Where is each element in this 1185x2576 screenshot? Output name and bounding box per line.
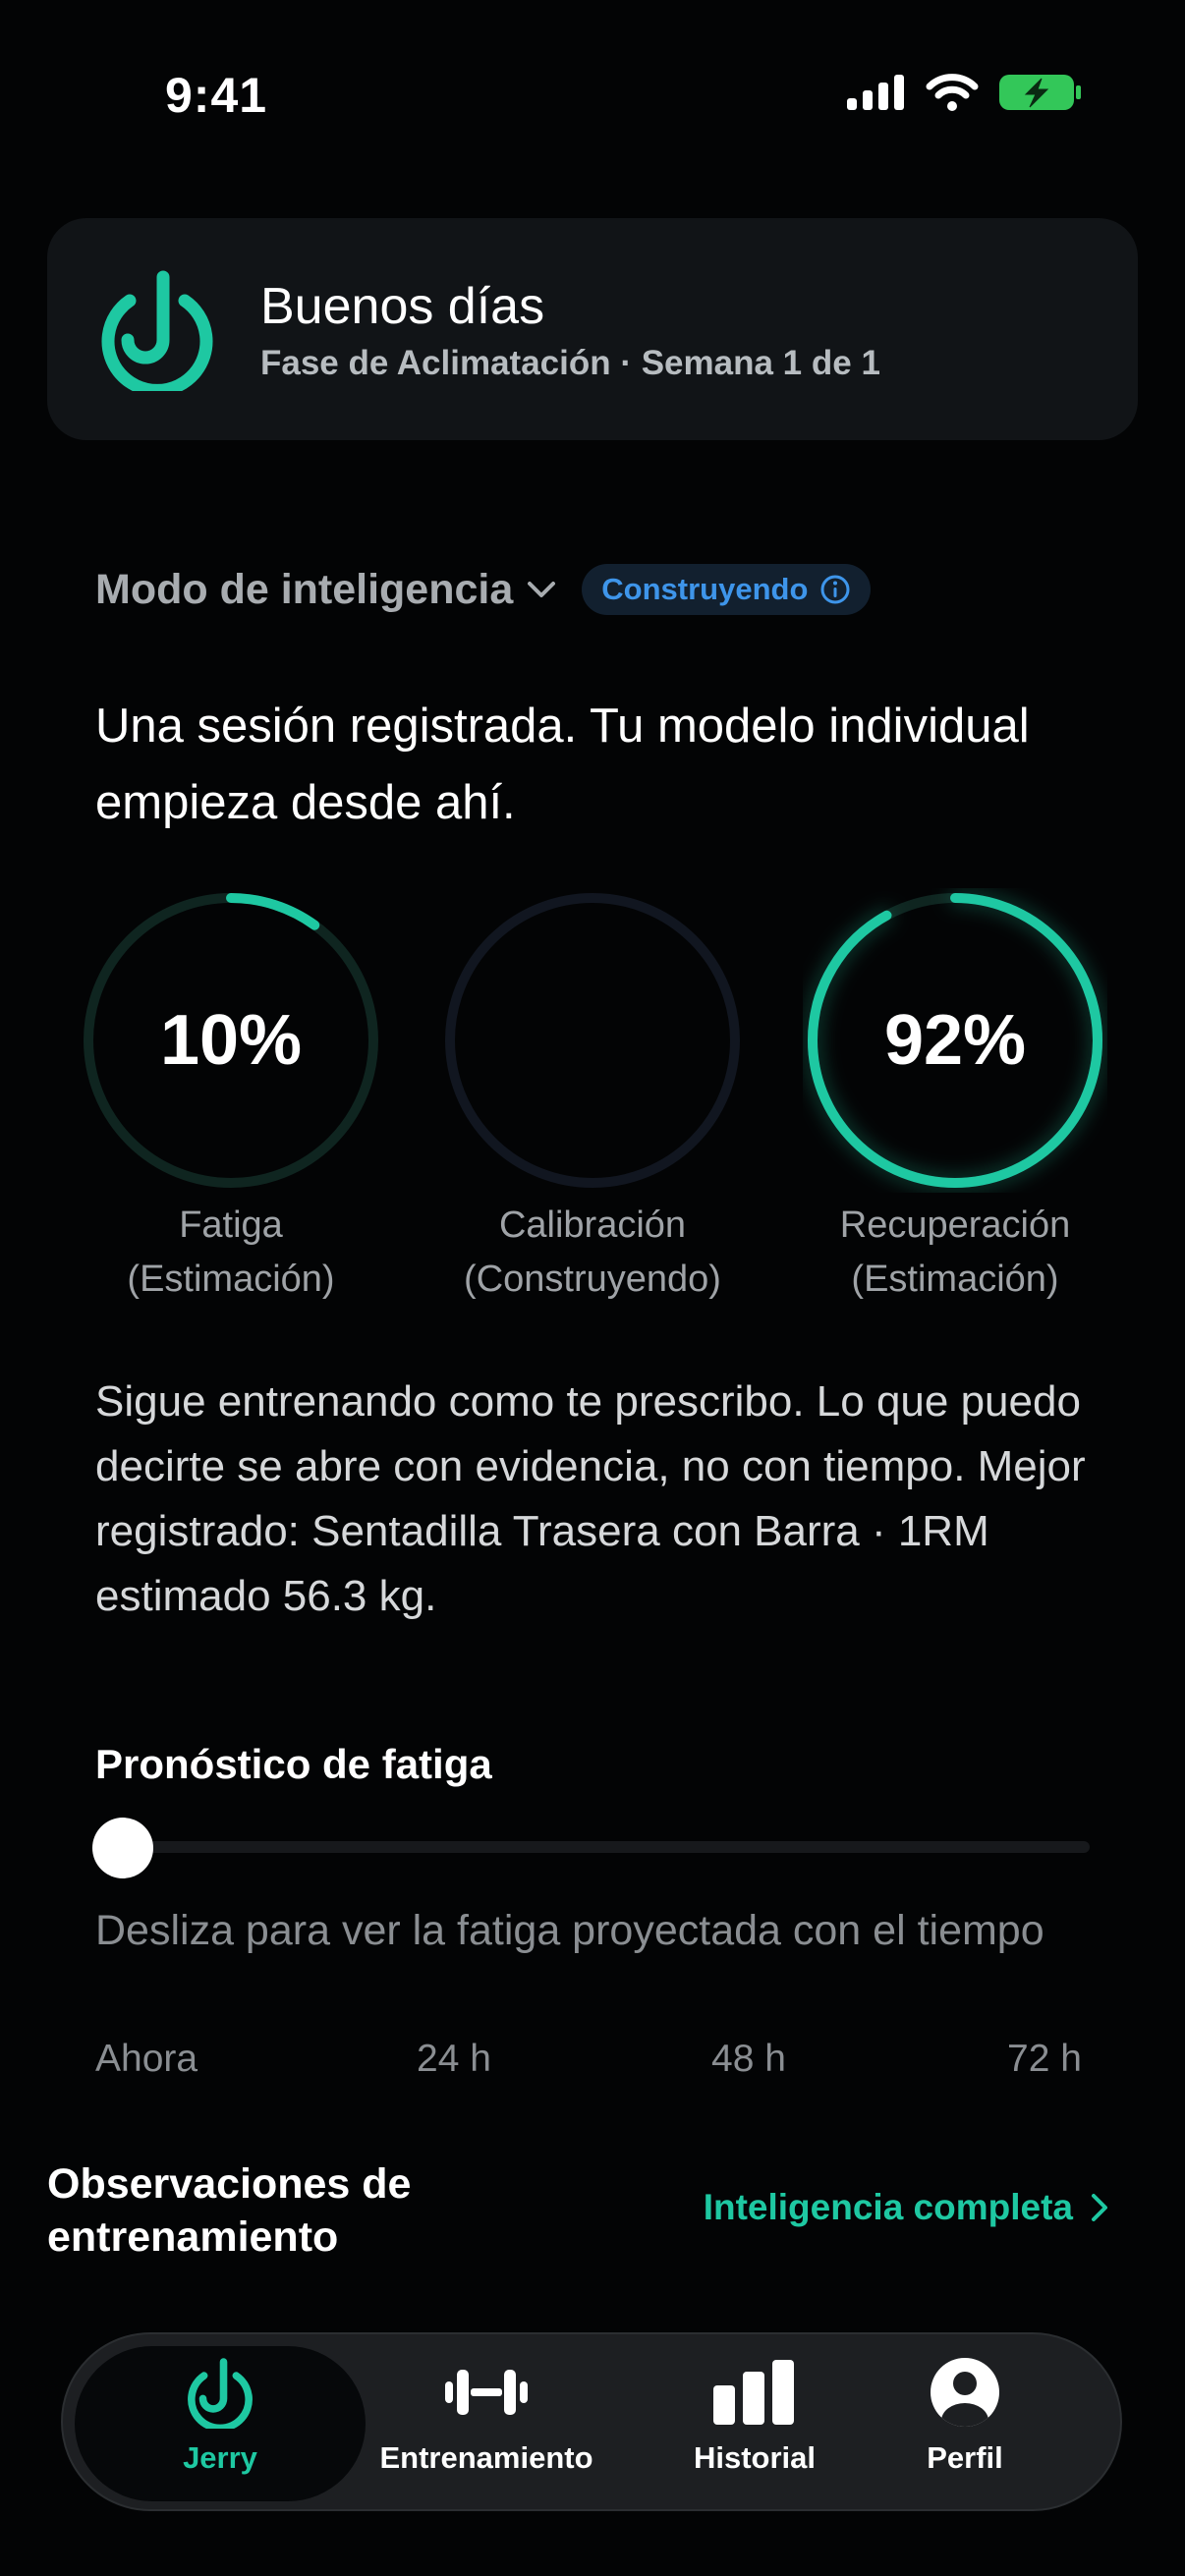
tab-jerry[interactable]: Jerry — [92, 2356, 348, 2476]
status-time: 9:41 — [165, 68, 268, 123]
tab-entrenamiento-label: Entrenamiento — [379, 2440, 593, 2475]
recovery-ring[interactable]: 92% — [803, 888, 1107, 1193]
chevron-down-icon[interactable] — [527, 580, 556, 599]
recovery-label: Recuperación (Estimación) — [839, 1204, 1071, 1300]
full-intelligence-link-label: Inteligencia completa — [703, 2187, 1073, 2227]
forecast-title: Pronóstico de fatiga — [95, 1741, 492, 1787]
calibration-label: Calibración (Construyendo) — [464, 1204, 721, 1300]
jerry-logo-icon — [101, 270, 213, 391]
chevron-right-icon — [1092, 2194, 1107, 2221]
info-icon[interactable] — [819, 574, 851, 605]
intelligence-mode-dropdown[interactable]: Modo de inteligencia — [95, 566, 513, 614]
fatigue-ring[interactable]: 10% — [79, 888, 383, 1193]
wifi-icon — [926, 74, 979, 111]
status-badge-label: Construyendo — [601, 572, 809, 606]
intelligence-headline: Una sesión registrada. Tu modelo individ… — [95, 700, 1030, 829]
tab-historial-label: Historial — [693, 2440, 817, 2475]
forecast-slider-thumb[interactable] — [92, 1818, 153, 1878]
recovery-value: 92% — [883, 1001, 1027, 1080]
forecast-tick-24h: 24 h — [417, 2038, 491, 2080]
tab-perfil-label: Perfil — [927, 2440, 1003, 2475]
jerry-logo-icon — [188, 2358, 253, 2429]
signal-icon — [847, 75, 904, 110]
calibration-value — [440, 888, 745, 1193]
full-intelligence-link[interactable]: Inteligencia completa — [704, 2187, 1110, 2228]
phase-subtitle: Fase de Aclimatación · Semana 1 de 1 — [260, 344, 880, 382]
status-icons — [847, 73, 1083, 112]
observations-title: Observaciones de entrenamiento — [47, 2160, 412, 2261]
dumbbell-icon — [445, 2370, 528, 2415]
forecast-tick-now: Ahora — [95, 2038, 198, 2080]
forecast-hint: Desliza para ver la fatiga proyectada co… — [95, 1907, 1044, 1954]
calibration-ring[interactable] — [440, 888, 745, 1193]
tab-entrenamiento[interactable]: Entrenamiento — [359, 2356, 614, 2476]
bar-chart-icon — [713, 2360, 794, 2425]
battery-charging-icon — [999, 75, 1081, 110]
person-icon — [931, 2358, 999, 2427]
greeting-title: Buenos días — [260, 278, 545, 335]
forecast-slider-track[interactable] — [95, 1841, 1090, 1853]
forecast-tick-72h: 72 h — [1007, 2038, 1082, 2080]
status-badge[interactable]: Construyendo — [582, 564, 872, 615]
intelligence-mode-row: Modo de inteligencia Construyendo — [95, 558, 872, 621]
fatigue-value: 10% — [159, 1001, 303, 1080]
forecast-tick-48h: 48 h — [711, 2038, 786, 2080]
tab-jerry-label: Jerry — [183, 2440, 257, 2475]
tab-perfil[interactable]: Perfil — [837, 2356, 1093, 2476]
coach-summary: Sigue entrenando como te prescribo. Lo q… — [95, 1377, 1086, 1620]
fatigue-label: Fatiga (Estimación) — [127, 1204, 335, 1300]
